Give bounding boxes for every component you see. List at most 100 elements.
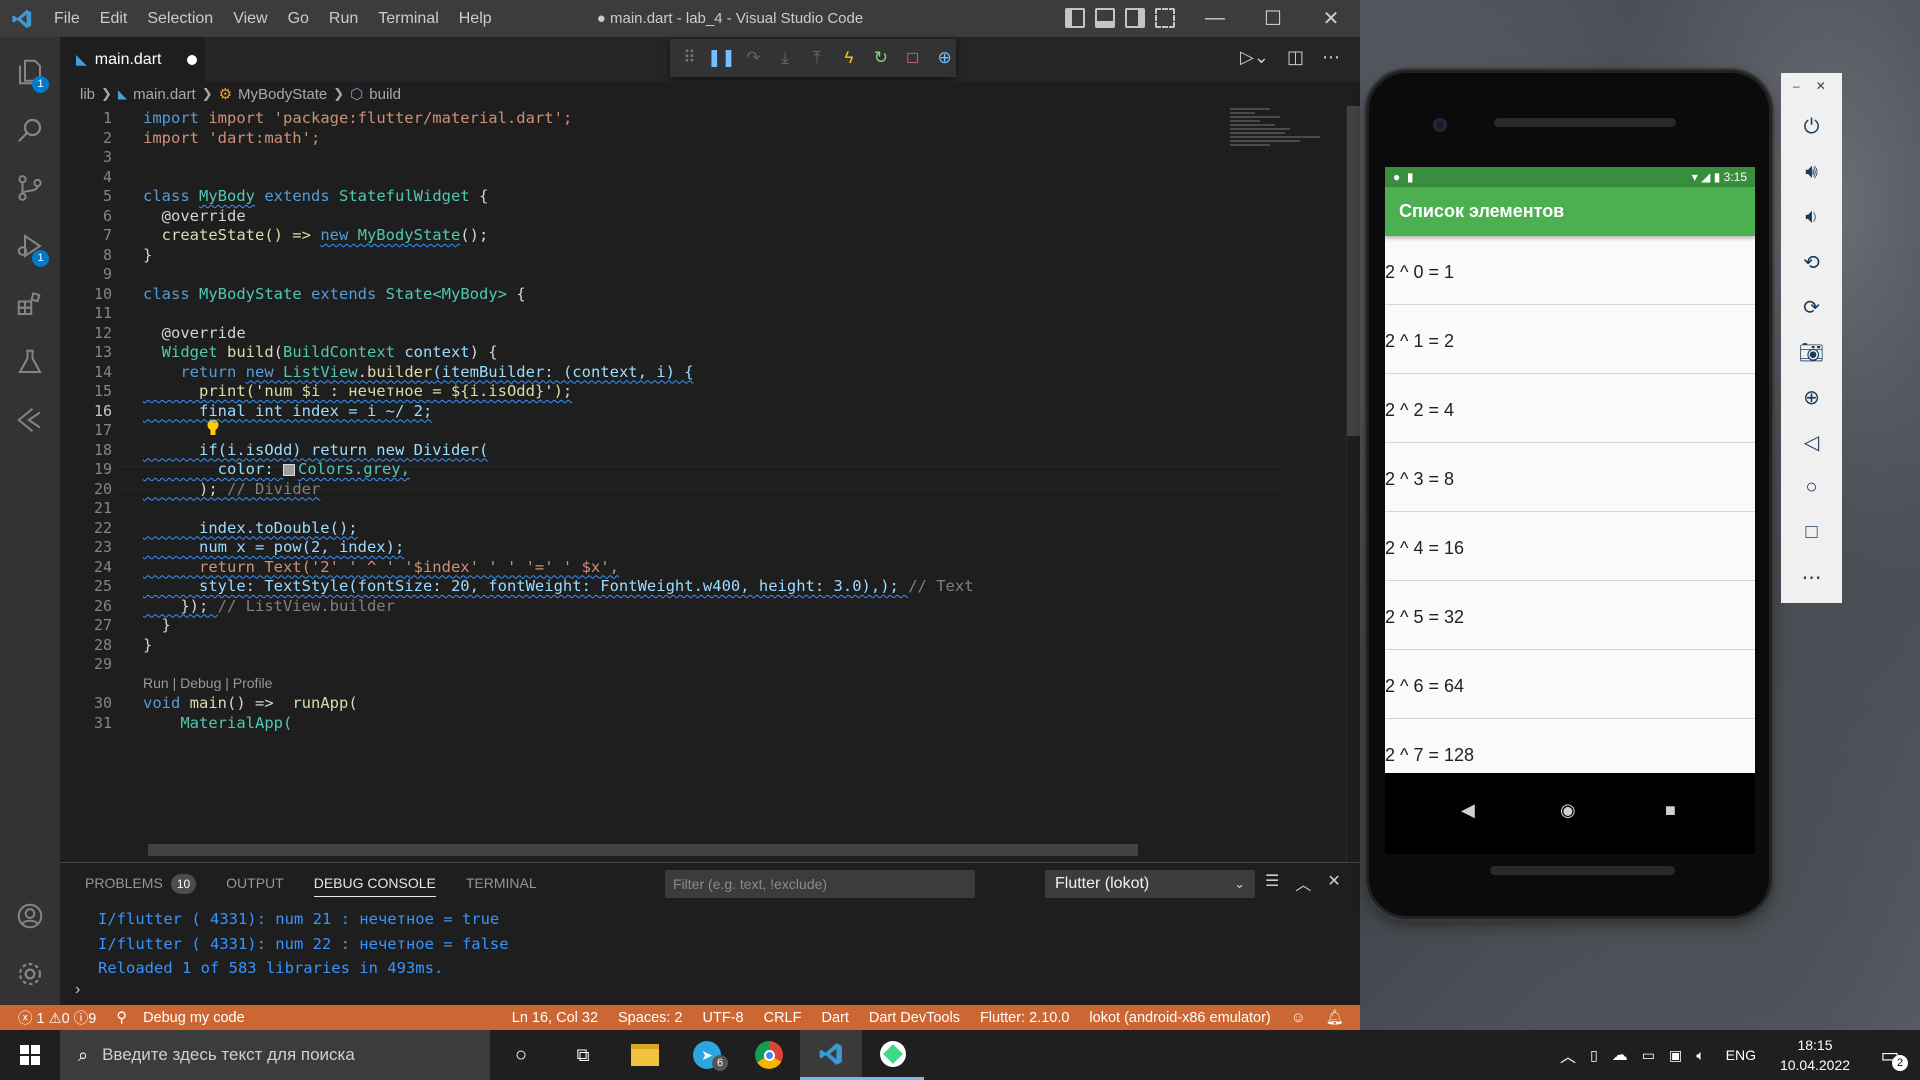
flutter-version[interactable]: Flutter: 2.10.0	[970, 1010, 1079, 1026]
debug-session-select[interactable]: Flutter (lokot) ⌄	[1045, 870, 1255, 898]
taskbar-search[interactable]: ⌕ Введите здесь текст для поиска	[60, 1030, 490, 1080]
color-swatch-icon[interactable]	[282, 463, 295, 476]
hot-reload-icon[interactable]: ϟ	[838, 47, 861, 70]
step-out-icon[interactable]: ⤒	[806, 47, 829, 70]
emulator-close-icon[interactable]: ✕	[1816, 79, 1826, 93]
tab-problems[interactable]: PROBLEMS 10	[85, 863, 197, 903]
console-filter-input[interactable]	[665, 870, 975, 898]
drag-handle-icon[interactable]: ⠿	[678, 47, 701, 70]
remote-explorer-icon[interactable]	[0, 391, 60, 449]
inspect-widget-icon[interactable]: ⊕	[933, 47, 956, 70]
indentation[interactable]: Spaces: 2	[608, 1010, 693, 1026]
menu-run[interactable]: Run	[319, 0, 368, 37]
notification-center-icon[interactable]: ▭ 2	[1860, 1043, 1920, 1071]
android-studio-icon[interactable]	[862, 1030, 924, 1080]
back-icon[interactable]: ◁	[1781, 420, 1842, 465]
settings-gear-icon[interactable]	[0, 945, 60, 1003]
search-icon[interactable]	[0, 101, 60, 159]
dart-devtools[interactable]: Dart DevTools	[859, 1010, 970, 1026]
customize-layout-icon[interactable]	[1155, 8, 1175, 28]
menu-help[interactable]: Help	[449, 0, 502, 37]
menu-view[interactable]: View	[223, 0, 277, 37]
run-debug-dropdown-icon[interactable]: ▷⌄	[1240, 47, 1269, 68]
unsaved-dot-icon[interactable]	[187, 54, 198, 65]
console-prompt-icon[interactable]: ›	[75, 981, 80, 999]
volume-icon[interactable]: 🔈︎	[1689, 1047, 1711, 1064]
emulator-minimize-icon[interactable]: –	[1793, 79, 1800, 93]
menu-selection[interactable]: Selection	[137, 0, 223, 37]
breadcrumb-folder[interactable]: lib	[80, 86, 95, 103]
language-mode[interactable]: Dart	[811, 1010, 858, 1026]
zoom-icon[interactable]: ⊕	[1781, 375, 1842, 420]
input-language[interactable]: ENG	[1712, 1047, 1770, 1063]
encoding[interactable]: UTF-8	[693, 1010, 754, 1026]
menu-go[interactable]: Go	[278, 0, 319, 37]
phone-screen[interactable]: ● ▮ ▾ ◢ ▮ 3:15 Список элементов 2 ^ 0 = …	[1385, 167, 1755, 854]
pause-icon[interactable]: ❚❚	[707, 47, 736, 70]
feedback-icon[interactable]: ☺	[1281, 1010, 1316, 1026]
back-icon[interactable]: ◀	[1461, 800, 1475, 821]
phone-link-icon[interactable]: ▯	[1583, 1047, 1605, 1064]
windows-start-icon[interactable]	[0, 1030, 60, 1080]
breadcrumb-file[interactable]: main.dart	[133, 86, 196, 103]
minimap[interactable]	[1230, 106, 1342, 186]
overview-icon[interactable]: □	[1781, 510, 1842, 555]
list-item[interactable]: 2 ^ 2 = 4	[1385, 374, 1755, 442]
chrome-icon[interactable]	[738, 1041, 800, 1069]
testing-icon[interactable]	[0, 333, 60, 391]
rotate-left-icon[interactable]: ⟲	[1781, 240, 1842, 285]
vscode-taskbar-icon[interactable]	[800, 1030, 862, 1080]
run-debug-icon[interactable]: 1	[0, 217, 60, 275]
step-into-icon[interactable]: ⤓	[774, 47, 797, 70]
editor-horizontal-scrollbar[interactable]	[148, 844, 1138, 856]
cursor-position[interactable]: Ln 16, Col 32	[502, 1010, 608, 1026]
menu-edit[interactable]: Edit	[90, 0, 138, 37]
taskbar-clock[interactable]: 18:15 10.04.2022	[1770, 1035, 1860, 1075]
rotate-right-icon[interactable]: ⟳	[1781, 285, 1842, 330]
tab-output[interactable]: OUTPUT	[226, 863, 284, 903]
explorer-icon[interactable]: 1	[0, 43, 60, 101]
stop-icon[interactable]: □	[901, 47, 924, 70]
telegram-icon[interactable]: ➤ 6	[676, 1041, 738, 1071]
task-view-icon[interactable]: ⧉	[552, 1045, 614, 1066]
restart-icon[interactable]: ↻	[869, 47, 892, 70]
toggle-secondary-sidebar-icon[interactable]	[1125, 8, 1145, 28]
home-icon[interactable]: ○	[1781, 465, 1842, 510]
problems-status[interactable]: ⓧ 1 ⚠0 ⓘ9	[0, 1007, 106, 1028]
cortana-icon[interactable]: ○	[490, 1044, 552, 1067]
maximize-icon[interactable]: ☐	[1244, 0, 1302, 37]
extensions-icon[interactable]	[0, 275, 60, 333]
overview-icon[interactable]: ■	[1665, 800, 1676, 821]
codelens-run-debug-profile[interactable]: Run | Debug | Profile	[143, 673, 272, 693]
minimize-icon[interactable]: —	[1186, 0, 1244, 37]
breadcrumb-method[interactable]: build	[369, 86, 401, 103]
device-selector[interactable]: lokot (android-x86 emulator)	[1079, 1010, 1280, 1026]
show-hidden-icons-icon[interactable]: ︿	[1553, 1043, 1583, 1067]
list-item[interactable]: 2 ^ 5 = 32	[1385, 581, 1755, 649]
accounts-icon[interactable]	[0, 887, 60, 945]
file-explorer-icon[interactable]	[614, 1044, 676, 1066]
split-editor-icon[interactable]: ◫	[1287, 47, 1304, 68]
close-panel-icon[interactable]: ✕	[1327, 871, 1340, 895]
home-icon[interactable]: ◉	[1560, 800, 1576, 821]
breadcrumb-class[interactable]: MyBodyState	[238, 86, 327, 103]
clear-console-icon[interactable]: ☰	[1265, 871, 1279, 895]
source-control-icon[interactable]	[0, 159, 60, 217]
toggle-sidebar-icon[interactable]	[1065, 8, 1085, 28]
scrollbar-thumb[interactable]	[1347, 106, 1360, 436]
tab-debug-console[interactable]: DEBUG CONSOLE	[313, 863, 437, 903]
list-item[interactable]: 2 ^ 0 = 1	[1385, 236, 1755, 304]
code-editor[interactable]: 1 2 3 4 5 6 7 8 9 10 11 12 13 14 15 16 17 18 19 20 21 22 23 24 2…	[60, 106, 1360, 862]
close-icon[interactable]: ✕	[1302, 0, 1360, 37]
menu-file[interactable]: File	[44, 0, 90, 37]
list-item[interactable]: 2 ^ 4 = 16	[1385, 512, 1755, 580]
maximize-panel-icon[interactable]: ︿	[1295, 871, 1311, 895]
tab-main-dart[interactable]: ◣ main.dart	[60, 37, 205, 82]
more-icon[interactable]: ⋯	[1781, 555, 1842, 600]
more-actions-icon[interactable]: ⋯	[1322, 47, 1340, 68]
power-icon[interactable]: ⏻	[1781, 105, 1842, 150]
list-item[interactable]: 2 ^ 3 = 8	[1385, 443, 1755, 511]
list-item[interactable]: 2 ^ 6 = 64	[1385, 650, 1755, 718]
list-item[interactable]: 2 ^ 1 = 2	[1385, 305, 1755, 373]
volume-down-icon[interactable]: 🔉︎	[1781, 195, 1842, 240]
